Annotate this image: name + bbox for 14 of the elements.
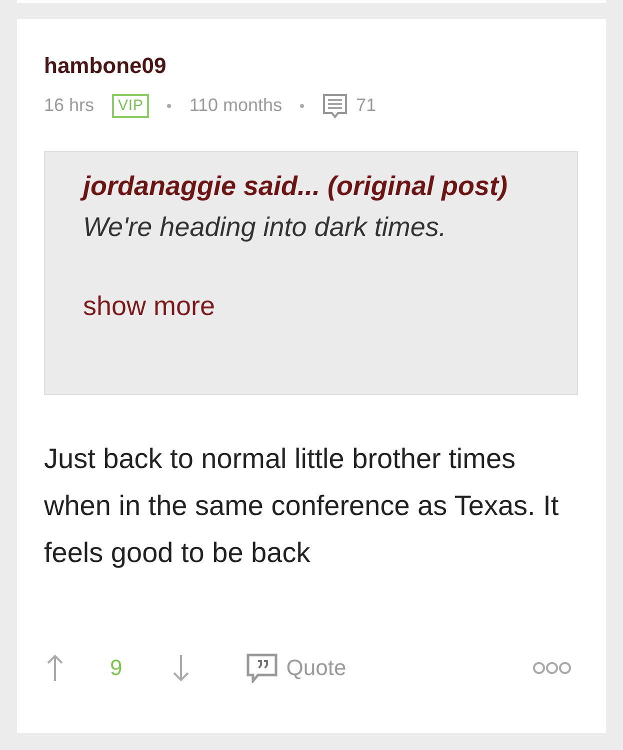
dot-separator-icon [300, 104, 304, 108]
vip-badge: VIP [112, 94, 150, 118]
dot-separator-icon [167, 104, 172, 108]
post-time: 16 hrs [44, 94, 94, 117]
vote-count: 9 [110, 654, 122, 682]
arrow-down-icon[interactable] [172, 654, 190, 682]
more-options-icon[interactable] [532, 660, 572, 674]
post-body: Just back to normal little brother times when in the same conference as Texas. It feels good to be back [44, 442, 560, 570]
author-name[interactable]: hambone09 [44, 49, 574, 82]
post-count: 71 [356, 94, 376, 117]
member-tenure: 110 months [189, 94, 282, 117]
quote-icon [246, 652, 278, 682]
arrow-up-icon[interactable] [46, 654, 64, 682]
show-more-link[interactable]: show more [83, 286, 216, 326]
